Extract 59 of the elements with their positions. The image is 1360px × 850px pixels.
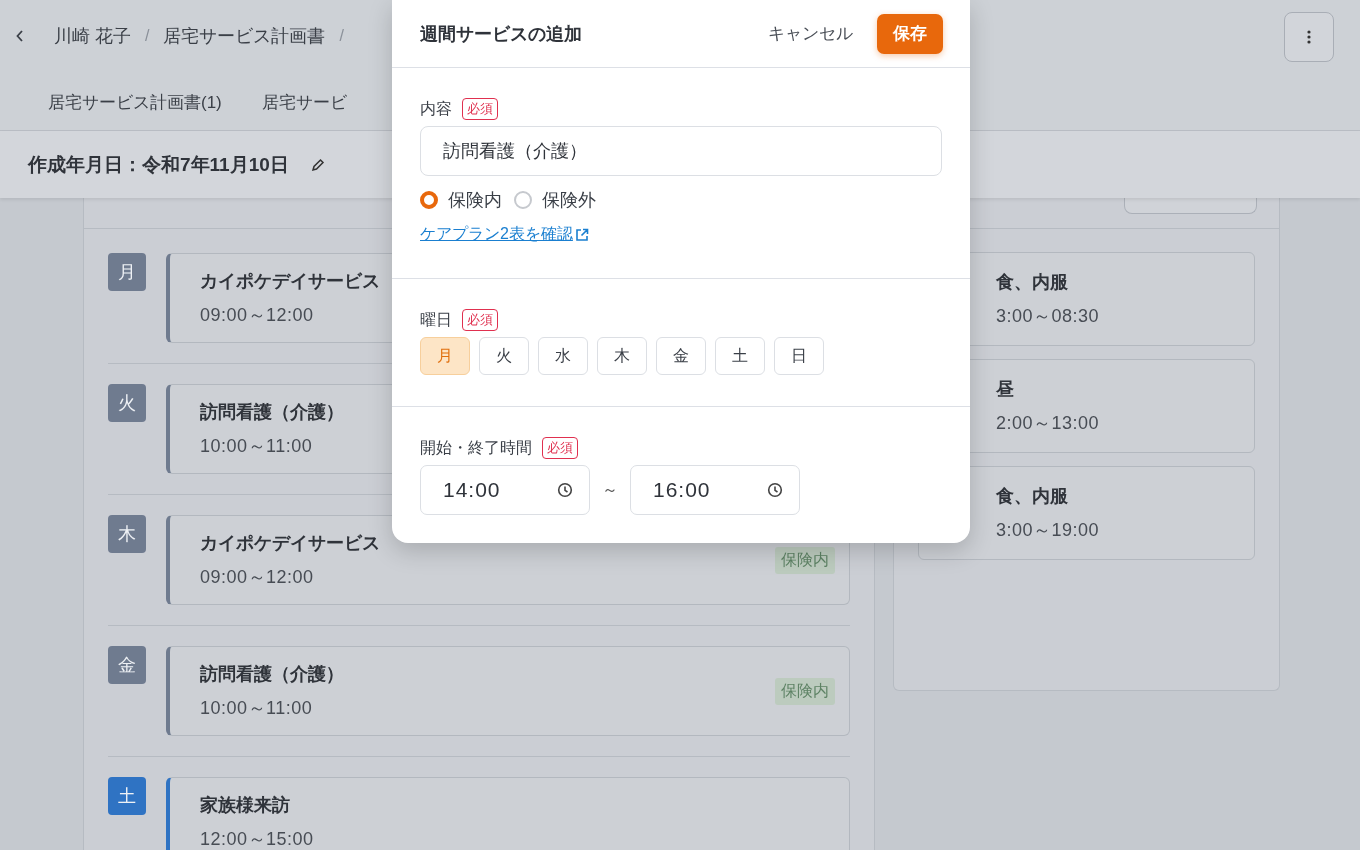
service-time: 12:00～15:00 xyxy=(200,828,314,850)
pencil-icon xyxy=(310,157,325,172)
clock-icon xyxy=(767,482,783,498)
required-tag: 必須 xyxy=(542,437,578,459)
activity-title: 昼 xyxy=(996,378,1015,401)
breadcrumb-link[interactable]: 川崎 花子 xyxy=(54,24,131,48)
required-tag: 必須 xyxy=(462,309,498,331)
cancel-button[interactable]: キャンセル xyxy=(768,22,853,45)
day-badge: 土 xyxy=(108,777,146,815)
external-link-icon xyxy=(574,227,589,242)
day-badge: 金 xyxy=(108,646,146,684)
day-badge: 月 xyxy=(108,253,146,291)
day-toggle[interactable]: 金 xyxy=(656,337,706,375)
dialog-title: 週間サービスの追加 xyxy=(420,22,582,46)
radio-option[interactable]: 保険内 xyxy=(420,188,502,212)
tab[interactable]: 居宅サービ xyxy=(261,76,347,128)
service-time: 09:00～12:00 xyxy=(200,566,315,589)
service-title: 家族様来訪 xyxy=(200,794,291,817)
activity-title: 食、内服 xyxy=(996,485,1069,508)
breadcrumb-separator: / xyxy=(339,27,344,45)
activity-time: 2:00～13:00 xyxy=(996,412,1101,435)
time-field[interactable]: 16:00 xyxy=(630,465,800,515)
activity-time: 3:00～08:30 xyxy=(996,305,1101,328)
clock-icon xyxy=(557,482,573,498)
day-badge: 木 xyxy=(108,515,146,553)
service-time: 09:00～12:00 xyxy=(200,304,315,327)
breadcrumb-link[interactable]: 居宅サービス計画書 xyxy=(163,24,326,48)
required-tag: 必須 xyxy=(462,98,498,120)
service-card[interactable]: 家族様来訪 12:00～15:00 xyxy=(166,777,850,850)
care-plan-link[interactable]: ケアプラン2表を確認 xyxy=(420,224,589,245)
created-date: 作成年月日：令和7年11月10日 xyxy=(28,152,289,177)
content-field[interactable]: 訪問看護（介護） xyxy=(420,126,942,176)
radio-option[interactable]: 保険外 xyxy=(514,188,596,212)
service-title: カイポケデイサービス xyxy=(200,532,380,555)
service-card[interactable]: 訪問看護（介護） 10:00～11:00 保険内 xyxy=(166,646,850,736)
service-title: カイポケデイサービス xyxy=(200,270,380,293)
day-toggle[interactable]: 木 xyxy=(597,337,647,375)
tab[interactable]: 居宅サービス計画書(1) xyxy=(48,76,222,128)
field-label: 曜日 xyxy=(420,309,452,330)
day-toggle[interactable]: 火 xyxy=(479,337,529,375)
day-toggle[interactable]: 水 xyxy=(538,337,588,375)
field-label: 開始・終了時間 xyxy=(420,437,532,458)
service-time: 10:00～11:00 xyxy=(200,435,314,458)
day-badge: 火 xyxy=(108,384,146,422)
breadcrumb-separator: / xyxy=(145,27,150,45)
time-field[interactable]: 14:00 xyxy=(420,465,590,515)
day-toggle[interactable]: 日 xyxy=(774,337,824,375)
service-time: 10:00～11:00 xyxy=(200,697,314,720)
service-title: 訪問看護（介護） xyxy=(200,401,344,424)
activity-time: 3:00～19:00 xyxy=(996,519,1101,542)
service-title: 訪問看護（介護） xyxy=(200,663,344,686)
insurance-tag: 保険内 xyxy=(775,546,835,574)
field-label: 内容 xyxy=(420,98,452,119)
insurance-tag: 保険内 xyxy=(775,677,835,705)
more-icon xyxy=(1307,30,1311,44)
chevron-left-icon xyxy=(16,30,24,42)
day-toggle[interactable]: 土 xyxy=(715,337,765,375)
activity-title: 食、内服 xyxy=(996,271,1069,294)
range-separator: ～ xyxy=(602,479,618,500)
